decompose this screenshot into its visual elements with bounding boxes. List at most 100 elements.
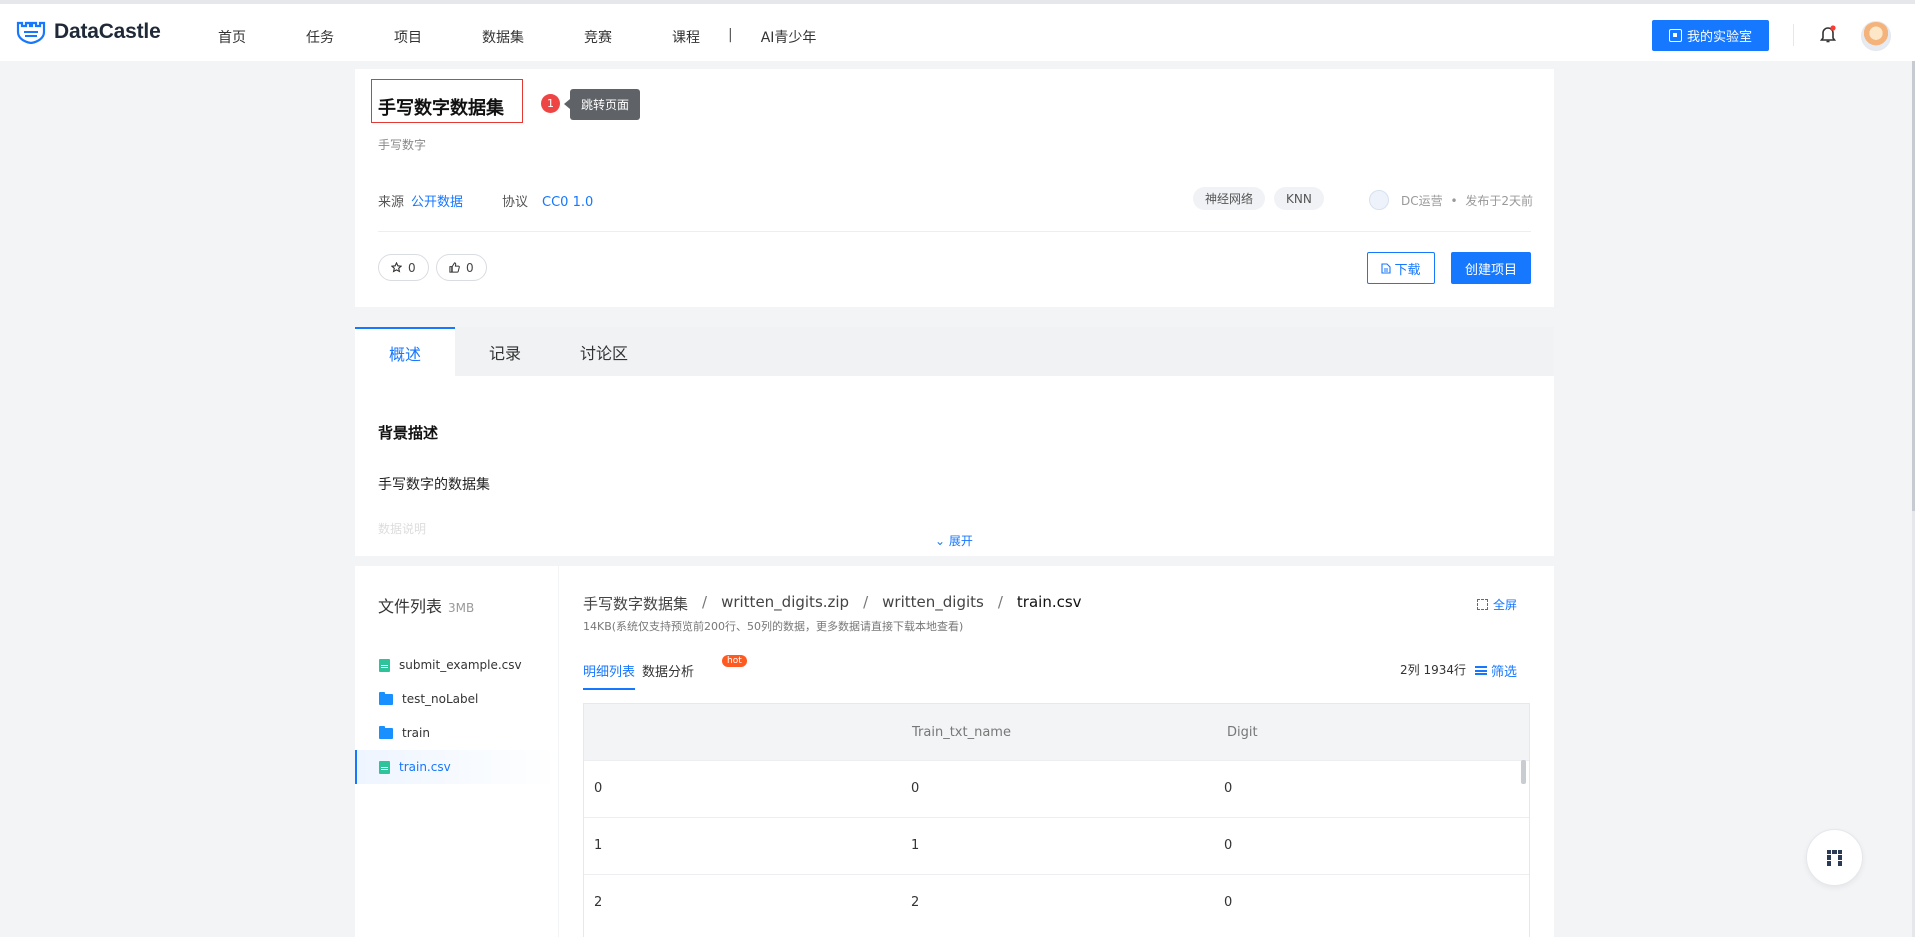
my-lab-button[interactable]: 我的实验室 — [1652, 20, 1769, 51]
chevron-down-icon: ⌄ — [935, 534, 946, 548]
file-list-title: 文件列表 3MB — [378, 593, 474, 617]
table-cell: 2 — [594, 895, 603, 910]
breadcrumb-current: train.csv — [1016, 593, 1082, 611]
breadcrumb-separator: / — [997, 593, 1003, 611]
lab-icon — [1668, 29, 1682, 42]
filter-button[interactable]: 筛选 — [1475, 661, 1517, 680]
folder-item[interactable]: test_noLabel — [355, 682, 558, 716]
nav-item-datasets[interactable]: 数据集 — [482, 27, 524, 47]
tab-overview[interactable]: 概述 — [355, 327, 455, 376]
nav-item-home[interactable]: 首页 — [218, 27, 246, 47]
annotation-badge: 1 — [541, 94, 560, 113]
filter-label: 筛选 — [1491, 665, 1518, 680]
bell-icon[interactable] — [1820, 25, 1836, 43]
nav-item-courses[interactable]: 课程 — [672, 27, 700, 47]
file-preview-panel: 手写数字数据集 / written_digits.zip / written_d… — [559, 566, 1554, 937]
column-header[interactable]: Digit — [1227, 725, 1258, 740]
file-icon — [379, 760, 390, 774]
publish-time: 发布于2天前 — [1465, 194, 1533, 208]
table-row: 2 2 0 — [584, 874, 1529, 931]
folder-name: train — [402, 726, 430, 740]
author-avatar[interactable] — [1369, 190, 1389, 210]
license-link[interactable]: CC0 1.0 — [542, 195, 593, 210]
file-item[interactable]: submit_example.csv — [355, 648, 558, 682]
list-icon — [1475, 666, 1487, 675]
folder-icon — [379, 725, 393, 739]
tab-discussion[interactable]: 讨论区 — [554, 327, 654, 376]
expand-button[interactable]: ⌄ 展开 — [935, 532, 973, 549]
user-avatar[interactable] — [1861, 21, 1891, 51]
file-name: submit_example.csv — [399, 658, 522, 672]
expand-icon — [1477, 599, 1488, 610]
file-icon — [379, 658, 390, 672]
source-link[interactable]: 公开数据 — [411, 195, 463, 210]
column-header[interactable]: Train_txt_name — [912, 725, 1011, 740]
table-row: 0 0 0 — [584, 760, 1529, 817]
nav-item-tasks[interactable]: 任务 — [306, 27, 334, 47]
tab-records[interactable]: 记录 — [455, 327, 555, 376]
star-count: 0 — [408, 260, 416, 275]
download-label: 下载 — [1394, 262, 1421, 278]
faded-section-heading: 数据说明 — [378, 522, 427, 536]
file-list-panel: 文件列表 3MB submit_example.csv test_noLabel … — [355, 566, 558, 937]
annotation-tooltip: 跳转页面 — [564, 89, 640, 120]
dataset-header-card: 手写数字数据集 1 跳转页面 手写数字 来源 公开数据 协议 CC0 1.0 神经网… — [355, 69, 1554, 307]
logo[interactable]: DataCastle — [16, 20, 161, 44]
folder-icon — [379, 691, 393, 705]
author-name[interactable]: DC运营 — [1401, 194, 1443, 208]
create-project-button[interactable]: 创建项目 — [1451, 252, 1531, 284]
dataset-subtitle: 手写数字 — [378, 138, 427, 152]
folder-item[interactable]: train — [355, 716, 558, 750]
qr-code-icon — [1826, 849, 1843, 866]
table-cell: 0 — [1224, 838, 1233, 853]
table-scrollbar[interactable] — [1521, 760, 1526, 784]
expand-label: 展开 — [948, 534, 973, 548]
subtab-data-analysis[interactable]: 数据分析 — [642, 661, 694, 680]
license-meta: 协议 CC0 1.0 — [502, 191, 593, 210]
overview-panel: 背景描述 手写数字的数据集 数据说明 ⌄ 展开 — [355, 376, 1554, 556]
file-item-selected[interactable]: train.csv — [355, 750, 558, 784]
subtab-detail-list[interactable]: 明细列表 — [583, 661, 636, 690]
nav-item-competitions[interactable]: 竞赛 — [584, 27, 612, 47]
like-count: 0 — [466, 260, 474, 275]
source-label: 来源 — [378, 195, 405, 210]
table-cell: 1 — [911, 838, 920, 853]
qr-code-button[interactable] — [1806, 829, 1863, 886]
nav-separator: | — [728, 27, 733, 43]
breadcrumb: 手写数字数据集 / written_digits.zip / written_d… — [583, 593, 1082, 614]
table-cell: 0 — [1224, 895, 1233, 910]
dataset-title[interactable]: 手写数字数据集 — [378, 94, 504, 120]
source-meta: 来源 公开数据 — [378, 191, 463, 210]
my-lab-label: 我的实验室 — [1686, 30, 1752, 45]
file-name: train.csv — [399, 760, 451, 774]
data-table: Train_txt_name Digit 0 0 0 1 1 0 2 2 0 — [583, 703, 1530, 937]
thumbs-up-icon — [449, 262, 460, 273]
fullscreen-button[interactable]: 全屏 — [1477, 596, 1517, 613]
author-separator: • — [1450, 194, 1458, 208]
hot-badge: hot — [722, 655, 747, 667]
nav-item-projects[interactable]: 项目 — [394, 27, 422, 47]
download-button[interactable]: 下载 — [1367, 252, 1435, 284]
breadcrumb-item[interactable]: 手写数字数据集 — [583, 593, 688, 614]
folder-name: test_noLabel — [402, 692, 479, 706]
table-cell: 0 — [1224, 781, 1233, 796]
top-navbar: DataCastle 首页 任务 项目 数据集 竞赛 课程 | AI青少年 我的… — [0, 0, 1915, 61]
tag-neural-network[interactable]: 神经网络 — [1193, 187, 1266, 210]
star-button[interactable]: 0 — [378, 254, 429, 281]
table-cell: 2 — [911, 895, 920, 910]
breadcrumb-separator: / — [863, 593, 869, 611]
author-info: DC运营 • 发布于2天前 — [1401, 192, 1533, 209]
breadcrumb-item[interactable]: written_digits — [882, 593, 984, 614]
license-label: 协议 — [502, 195, 529, 210]
table-row: 1 1 0 — [584, 817, 1529, 874]
preview-note: 14KB(系统仅支持预览前200行、50列的数据，更多数据请直接下载本地查看) — [583, 620, 964, 633]
star-icon — [391, 262, 402, 273]
nav-item-ai-youth[interactable]: AI青少年 — [761, 27, 817, 47]
header-divider — [378, 231, 1531, 232]
like-button[interactable]: 0 — [436, 254, 487, 281]
breadcrumb-item[interactable]: written_digits.zip — [721, 593, 849, 614]
divider — [1793, 24, 1794, 46]
table-cell: 1 — [594, 838, 603, 853]
table-cell: 0 — [594, 781, 603, 796]
tag-knn[interactable]: KNN — [1274, 187, 1324, 210]
